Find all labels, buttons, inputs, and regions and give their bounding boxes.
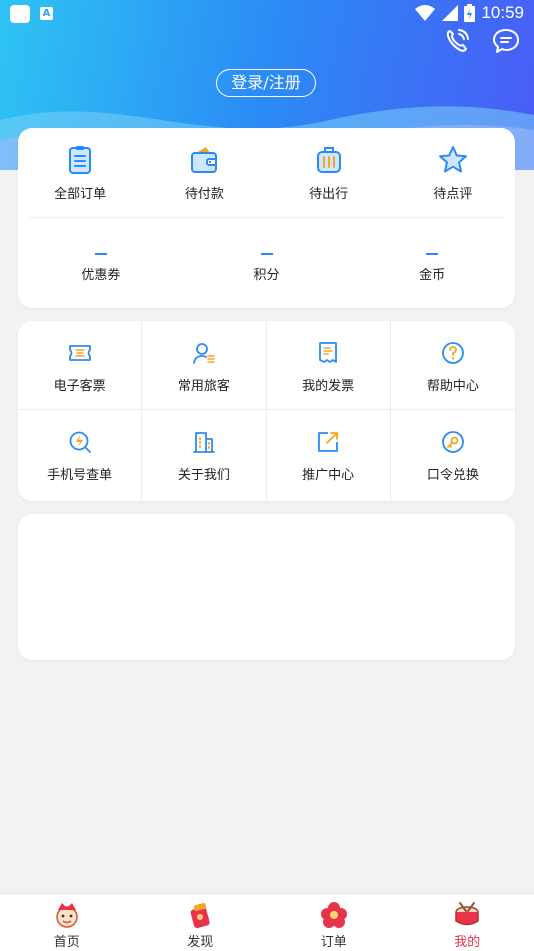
phone-search-icon [68,430,92,454]
tab-orders[interactable]: 订单 [267,894,401,951]
stat-coupons[interactable]: 优惠券 [18,218,184,308]
star-icon [437,144,469,176]
order-pending-payment[interactable]: 待付款 [142,128,266,216]
notification-badge: A [40,7,53,20]
discover-icon [185,900,215,930]
status-bar: A 10:59 [0,0,534,28]
tab-home[interactable]: 首页 [0,894,134,951]
tab-discover[interactable]: 发现 [134,894,268,951]
service-phone-lookup-label: 手机号查单 [18,464,141,483]
coupons-value [95,253,107,255]
battery-icon [464,4,475,22]
service-e-ticket-label: 电子客票 [18,375,141,394]
points-label: 积分 [184,264,350,283]
building-icon [192,430,216,454]
coupons-label: 优惠券 [18,264,184,283]
wifi-icon [414,4,436,22]
service-about-us[interactable]: 关于我们 [142,410,266,501]
order-pending-travel-label: 待出行 [267,183,391,202]
tab-discover-label: 发现 [134,931,268,950]
banner-placeholder-card [18,514,515,660]
services-card: 电子客票 常用旅客 我的发票 帮助中心 手机号查单 关于我们 推广中心 口令兑 [18,321,515,501]
service-promotion-center-label: 推广中心 [267,464,390,483]
app-notification-icon [10,5,30,23]
order-flower-icon [319,900,349,930]
message-icon[interactable] [492,28,520,54]
service-frequent-travelers[interactable]: 常用旅客 [142,321,266,410]
orders-card: 全部订单 待付款 待出行 待点评 优惠券 积分 金币 [18,128,515,308]
order-pending-review-label: 待点评 [391,183,515,202]
service-help-center-label: 帮助中心 [391,375,515,394]
order-pending-review[interactable]: 待点评 [391,128,515,216]
invoice-icon [316,341,340,365]
share-icon [316,430,340,454]
tab-orders-label: 订单 [267,931,401,950]
stat-gold-coins[interactable]: 金币 [349,218,515,308]
service-frequent-travelers-label: 常用旅客 [142,375,265,394]
service-promotion-center[interactable]: 推广中心 [267,410,391,501]
service-e-ticket[interactable]: 电子客票 [18,321,142,410]
key-icon [441,430,465,454]
service-about-us-label: 关于我们 [142,464,265,483]
order-all-label: 全部订单 [18,183,142,202]
points-value [261,253,273,255]
stat-points[interactable]: 积分 [184,218,350,308]
ticket-icon [68,341,92,365]
login-register-button[interactable]: 登录/注册 [216,69,316,97]
gold-coins-value [426,253,438,255]
phone-call-icon[interactable] [444,28,472,54]
bottom-tab-bar: 首页 发现 订单 我的 [0,893,534,951]
service-code-redeem-label: 口令兑换 [391,464,515,483]
traveler-icon [192,341,216,365]
order-pending-payment-label: 待付款 [142,183,266,202]
tab-home-label: 首页 [0,931,134,950]
help-icon [441,341,465,365]
tab-mine-label: 我的 [401,931,534,950]
gold-coins-label: 金币 [349,264,515,283]
wallet-icon [188,144,220,176]
tab-mine[interactable]: 我的 [401,894,534,951]
mine-drum-icon [452,900,482,930]
signal-icon [442,5,458,21]
service-code-redeem[interactable]: 口令兑换 [391,410,515,501]
service-phone-lookup[interactable]: 手机号查单 [18,410,142,501]
order-all[interactable]: 全部订单 [18,128,142,216]
clock: 10:59 [481,3,524,23]
service-help-center[interactable]: 帮助中心 [391,321,515,410]
service-my-invoices-label: 我的发票 [267,375,390,394]
clipboard-icon [64,144,96,176]
order-pending-travel[interactable]: 待出行 [267,128,391,216]
home-mascot-icon [52,900,82,930]
suitcase-icon [313,144,345,176]
service-my-invoices[interactable]: 我的发票 [267,321,391,410]
